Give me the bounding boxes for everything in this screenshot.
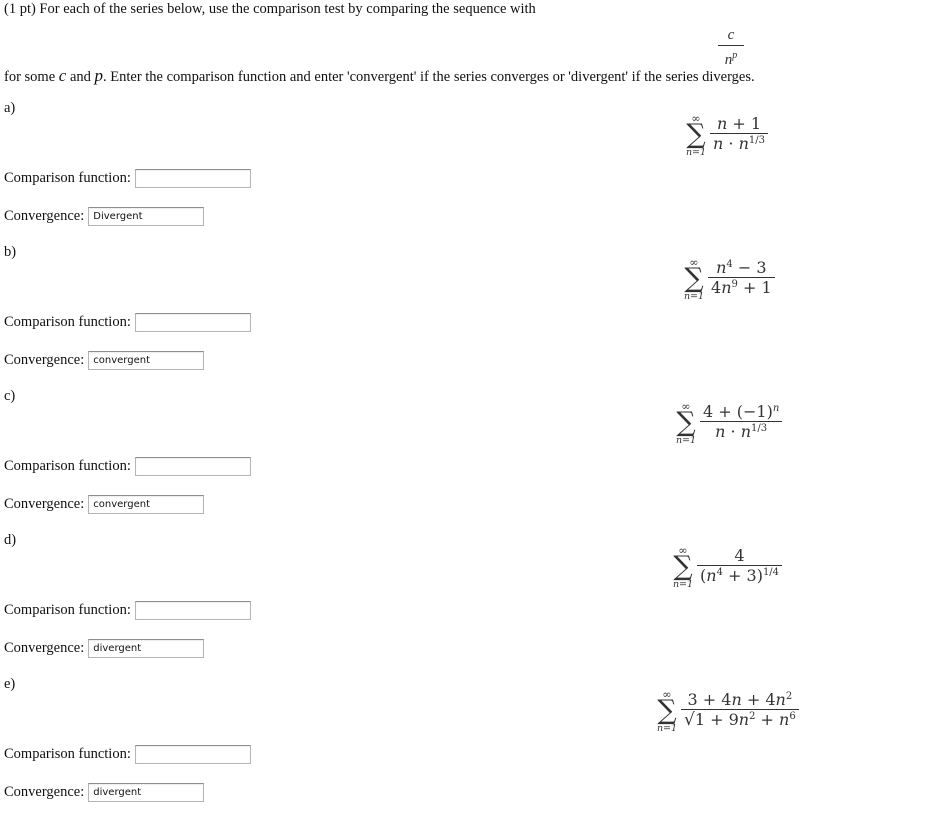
fraction-numerator: c bbox=[727, 27, 735, 43]
convergence-input-b[interactable]: convergent bbox=[88, 350, 205, 370]
convergence-row-d: Convergence: divergent bbox=[4, 637, 205, 659]
part-label-e: e) bbox=[4, 676, 16, 692]
fraction-bar bbox=[718, 45, 744, 46]
convergence-row-a: Convergence: Divergent bbox=[4, 205, 205, 227]
convergence-label: Convergence: bbox=[4, 495, 85, 512]
comparison-label: Comparison function: bbox=[4, 169, 131, 186]
series-c: ∞ ∑ n=1 4 + (−1)n n · n1/3 bbox=[674, 400, 783, 447]
series-d: ∞ ∑ n=1 4 (n4 + 3)1/4 bbox=[671, 544, 783, 591]
comparison-function-input-d[interactable] bbox=[134, 600, 251, 620]
convergence-label: Convergence: bbox=[4, 207, 85, 224]
comparison-label: Comparison function: bbox=[4, 745, 131, 762]
sigma-icon: ∞ ∑ n=1 bbox=[672, 544, 694, 590]
comparison-label: Comparison function: bbox=[4, 457, 131, 474]
sigma-icon: ∞ ∑ n=1 bbox=[685, 112, 707, 158]
comparison-fraction: c np bbox=[716, 27, 746, 68]
comparison-label: Comparison function: bbox=[4, 313, 131, 330]
convergence-row-b: Convergence: convergent bbox=[4, 349, 205, 371]
series-e: ∞ ∑ n=1 3 + 4n + 4n2 √1 + 9n2 + n6 bbox=[655, 688, 799, 735]
comparison-function-input-b[interactable] bbox=[134, 312, 251, 332]
part-label-c: c) bbox=[4, 388, 16, 404]
convergence-label: Convergence: bbox=[4, 639, 85, 656]
convergence-row-e: Convergence: divergent bbox=[4, 781, 205, 803]
part-label-a: a) bbox=[4, 100, 16, 116]
comparison-label: Comparison function: bbox=[4, 601, 131, 618]
part-label-d: d) bbox=[4, 532, 17, 548]
comparison-row-c: Comparison function: bbox=[4, 455, 251, 477]
series-b: ∞ ∑ n=1 n4 − 3 4n9 + 1 bbox=[682, 256, 775, 303]
part-label-b: b) bbox=[4, 244, 17, 260]
comparison-function-input-a[interactable] bbox=[134, 168, 251, 188]
comparison-function-input-c[interactable] bbox=[134, 456, 251, 476]
comparison-row-a: Comparison function: bbox=[4, 167, 251, 189]
convergence-row-c: Convergence: convergent bbox=[4, 493, 205, 515]
convergence-input-d[interactable]: divergent bbox=[88, 638, 205, 658]
convergence-label: Convergence: bbox=[4, 783, 85, 800]
sigma-icon: ∞ ∑ n=1 bbox=[656, 688, 678, 734]
comparison-function-input-e[interactable] bbox=[134, 744, 251, 764]
intro-text: (1 pt) For each of the series below, use… bbox=[4, 1, 536, 17]
instructions-text: for some c and p. Enter the comparison f… bbox=[4, 66, 755, 85]
convergence-label: Convergence: bbox=[4, 351, 85, 368]
fraction-denominator: np bbox=[724, 50, 738, 68]
comparison-row-d: Comparison function: bbox=[4, 599, 251, 621]
comparison-row-e: Comparison function: bbox=[4, 743, 251, 765]
convergence-input-a[interactable]: Divergent bbox=[88, 206, 205, 226]
convergence-input-e[interactable]: divergent bbox=[88, 782, 205, 802]
convergence-input-c[interactable]: convergent bbox=[88, 494, 205, 514]
sqrt-icon: √ bbox=[684, 709, 695, 730]
sigma-icon: ∞ ∑ n=1 bbox=[683, 256, 705, 302]
comparison-row-b: Comparison function: bbox=[4, 311, 251, 333]
series-a: ∞ ∑ n=1 n + 1 n · n1/3 bbox=[684, 112, 768, 159]
sigma-icon: ∞ ∑ n=1 bbox=[675, 400, 697, 446]
